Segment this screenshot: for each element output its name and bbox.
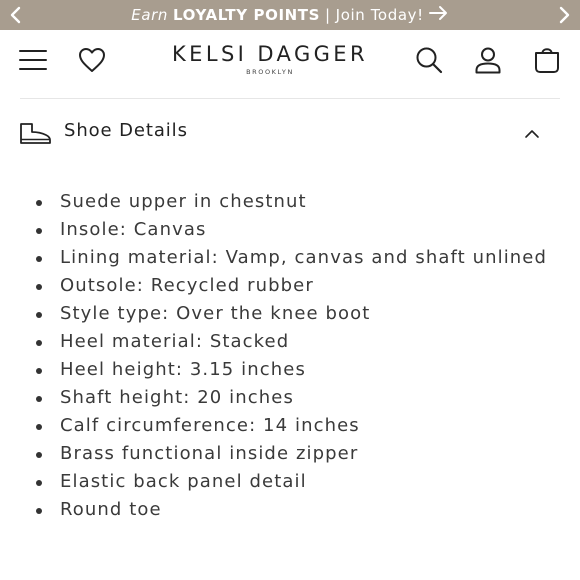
bullet-icon (36, 340, 42, 346)
bullet-icon (36, 396, 42, 402)
promo-separator: | (325, 6, 331, 24)
chevron-right-icon[interactable] (550, 0, 580, 30)
bullet-icon (36, 424, 42, 430)
chevron-up-icon[interactable] (522, 124, 542, 144)
arrow-right-icon (428, 5, 449, 25)
list-item: Calf circumference: 14 inches (32, 412, 552, 440)
bullet-icon (36, 256, 42, 262)
list-item-text: Heel material: Stacked (60, 331, 290, 352)
list-item: Round toe (32, 496, 552, 524)
bullet-icon (36, 284, 42, 290)
list-item-text: Calf circumference: 14 inches (60, 415, 360, 436)
list-item-text: Elastic back panel detail (60, 471, 307, 492)
list-item: Shaft height: 20 inches (32, 384, 552, 412)
list-item-text: Round toe (60, 499, 162, 520)
bullet-icon (36, 508, 42, 514)
list-item-text: Heel height: 3.15 inches (60, 359, 306, 380)
list-item: Outsole: Recycled rubber (32, 272, 552, 300)
list-item: Brass functional inside zipper (32, 440, 552, 468)
bullet-icon (36, 228, 42, 234)
promo-join: Join Today! (335, 6, 424, 24)
cart-icon[interactable] (529, 42, 565, 78)
shoe-details-accordion-toggle[interactable]: Shoe Details (0, 108, 580, 156)
brand-sub: BROOKLYN (246, 68, 294, 76)
list-item: Heel height: 3.15 inches (32, 356, 552, 384)
list-item-text: Brass functional inside zipper (60, 443, 359, 464)
search-icon[interactable] (411, 42, 447, 78)
chevron-left-icon[interactable] (0, 0, 30, 30)
menu-icon[interactable] (15, 42, 51, 78)
list-item-text: Lining material: Vamp, canvas and shaft … (60, 247, 548, 268)
list-item: Insole: Canvas (32, 216, 552, 244)
list-item-text: Insole: Canvas (60, 219, 207, 240)
list-item-text: Style type: Over the knee boot (60, 303, 371, 324)
list-item-text: Outsole: Recycled rubber (60, 275, 314, 296)
site-header: KELSI DAGGER BROOKLYN (0, 30, 580, 92)
promo-bar[interactable]: Earn LOYALTY POINTS | Join Today! (0, 0, 580, 30)
bullet-icon (36, 200, 42, 206)
list-item-text: Shaft height: 20 inches (60, 387, 294, 408)
shoe-details-list: Suede upper in chestnut Insole: Canvas Lin… (32, 188, 552, 524)
bullet-icon (36, 312, 42, 318)
bullet-icon (36, 480, 42, 486)
account-icon[interactable] (470, 42, 506, 78)
list-item: Lining material: Vamp, canvas and shaft … (32, 244, 552, 272)
list-item: Style type: Over the knee boot (32, 300, 552, 328)
shoe-icon (18, 120, 52, 146)
list-item: Suede upper in chestnut (32, 188, 552, 216)
list-item: Elastic back panel detail (32, 468, 552, 496)
bullet-icon (36, 368, 42, 374)
promo-loyalty-points: LOYALTY POINTS (173, 6, 321, 24)
brand-logo[interactable]: KELSI DAGGER BROOKLYN (160, 42, 380, 76)
list-item-text: Suede upper in chestnut (60, 191, 307, 212)
brand-name: KELSI DAGGER (172, 42, 368, 66)
bullet-icon (36, 452, 42, 458)
promo-earn: Earn (131, 6, 169, 24)
header-divider (20, 98, 560, 99)
promo-link[interactable]: Earn LOYALTY POINTS | Join Today! (131, 5, 448, 25)
accordion-title: Shoe Details (64, 120, 188, 141)
list-item: Heel material: Stacked (32, 328, 552, 356)
heart-icon[interactable] (74, 42, 110, 78)
